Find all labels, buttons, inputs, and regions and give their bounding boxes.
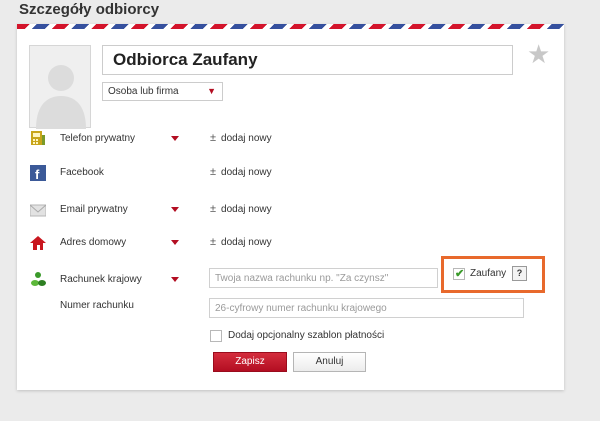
- envelope-icon: [30, 204, 46, 217]
- plus-icon: ±: [210, 236, 217, 248]
- facebook-icon: f: [30, 165, 46, 181]
- phone-chevron-down-icon[interactable]: [171, 136, 179, 142]
- chevron-down-icon: ▼: [207, 86, 216, 96]
- recipient-type-select[interactable]: Osoba lub firma ▼: [102, 82, 223, 101]
- plus-icon: ±: [210, 166, 217, 178]
- account-name-input[interactable]: [209, 268, 438, 288]
- trusted-highlight: ✔ Zaufany ?: [441, 256, 545, 293]
- cancel-button[interactable]: Anuluj: [293, 352, 366, 372]
- trusted-label: Zaufany: [470, 268, 507, 279]
- template-label: Dodaj opcjonalny szablon płatności: [228, 330, 385, 341]
- house-icon: [30, 236, 46, 250]
- recipient-details-card: ★ Osoba lub firma ▼ Telefon prywatny ±do…: [17, 24, 564, 390]
- account-number-label: Numer rachunku: [60, 300, 134, 311]
- address-chevron-down-icon[interactable]: [171, 240, 179, 246]
- page-title: Szczegóły odbiorcy: [19, 1, 160, 18]
- avatar[interactable]: [29, 45, 91, 129]
- checkmark-icon: ✔: [455, 268, 465, 280]
- help-button[interactable]: ?: [512, 266, 527, 281]
- plus-icon: ±: [210, 132, 217, 144]
- plus-icon: ±: [210, 203, 217, 215]
- save-button[interactable]: Zapisz: [213, 352, 287, 372]
- account-chevron-down-icon[interactable]: [171, 277, 179, 283]
- phone-label: Telefon prywatny: [60, 133, 136, 144]
- trusted-checkbox[interactable]: ✔: [453, 268, 465, 280]
- recipient-type-value: Osoba lub firma: [108, 86, 179, 97]
- account-label: Rachunek krajowy: [60, 274, 142, 285]
- money-icon: [31, 272, 46, 286]
- person-silhouette-icon: [36, 65, 86, 129]
- recipient-name-input[interactable]: [102, 45, 513, 75]
- email-chevron-down-icon[interactable]: [171, 207, 179, 213]
- airmail-stripe: [17, 24, 564, 29]
- facebook-add-new-link[interactable]: ± dodaj nowy: [210, 166, 272, 178]
- address-label: Adres domowy: [60, 237, 127, 248]
- account-number-input[interactable]: [209, 298, 524, 318]
- email-add-new-link[interactable]: ± dodaj nowy: [210, 203, 272, 215]
- email-label: Email prywatny: [60, 204, 128, 215]
- address-add-new-link[interactable]: ± dodaj nowy: [210, 236, 272, 248]
- template-checkbox[interactable]: [210, 330, 222, 342]
- svg-text:f: f: [35, 167, 40, 181]
- phone-add-new-link[interactable]: ± dodaj nowy: [210, 132, 272, 144]
- facebook-label: Facebook: [60, 167, 104, 178]
- favorite-star-icon[interactable]: ★: [527, 41, 550, 67]
- phone-icon: [31, 131, 45, 145]
